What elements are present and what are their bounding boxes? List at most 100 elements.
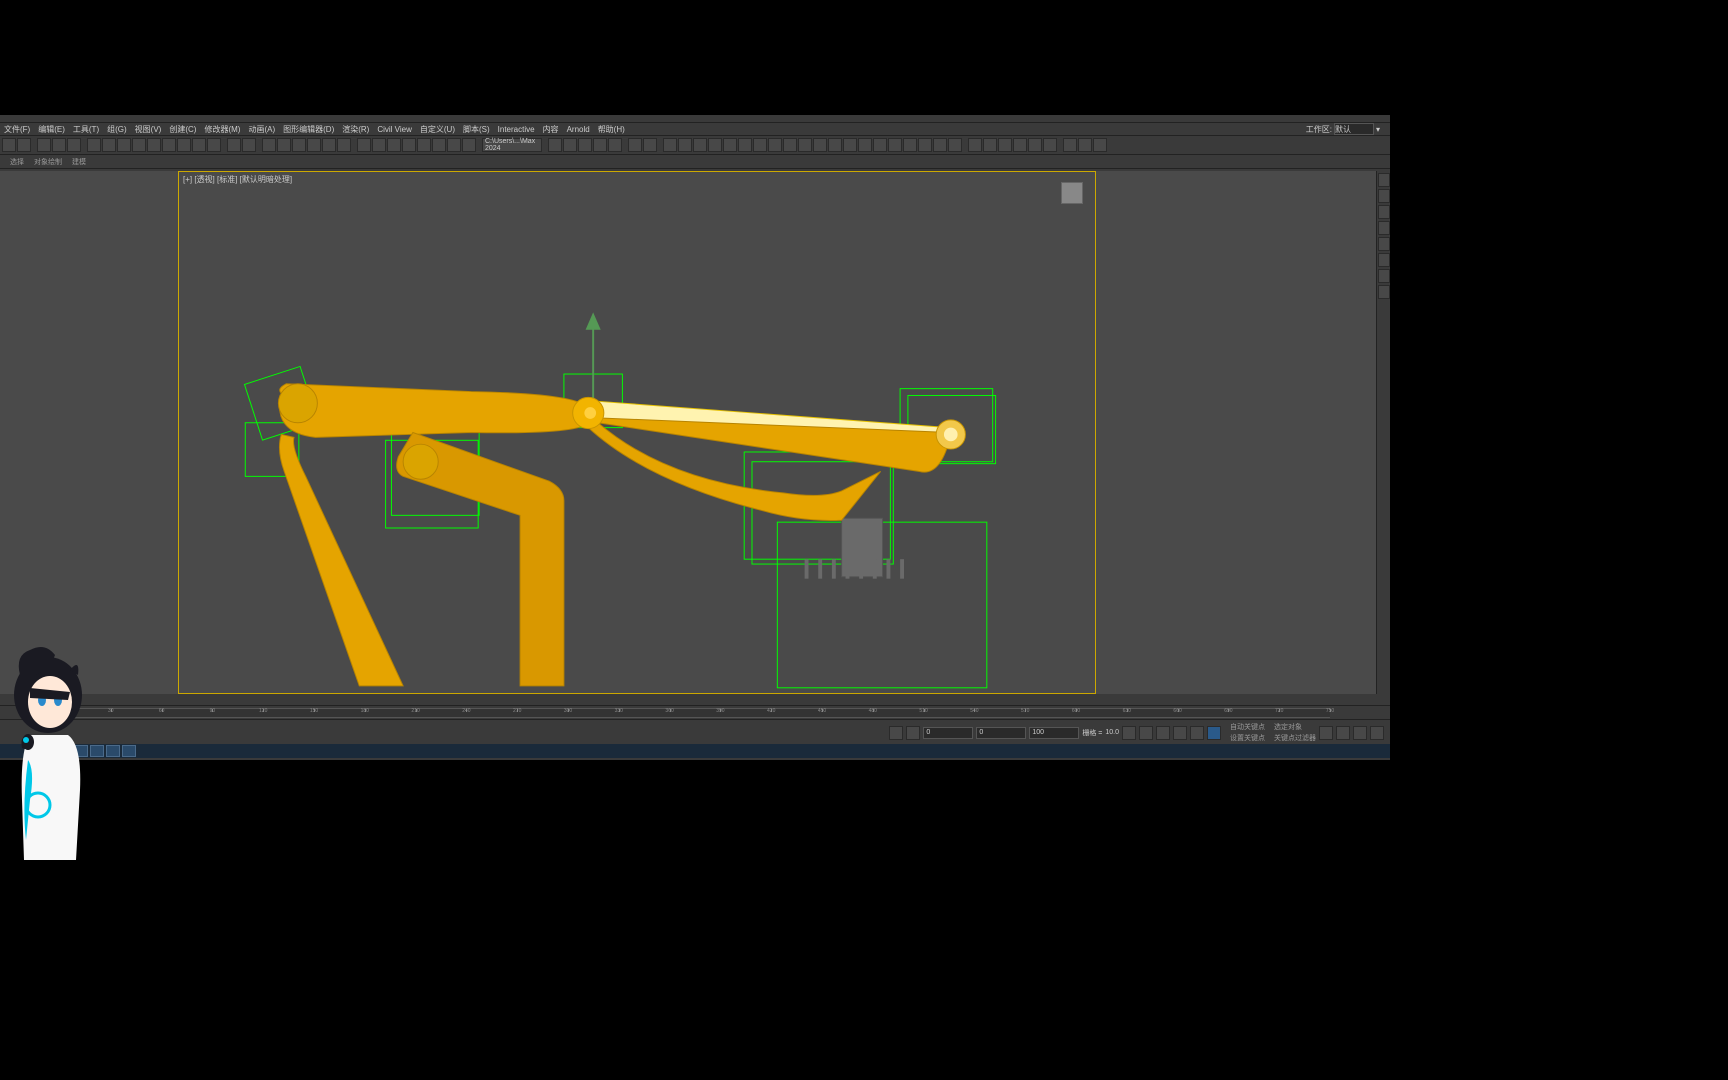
tool-icon[interactable] (888, 138, 902, 152)
menu-r[interactable]: 渲染(R) (342, 124, 369, 135)
maxscript-icon[interactable] (889, 726, 903, 740)
timeline-track[interactable]: 0306090120150180210240270300330360390420… (60, 708, 1330, 718)
ribbon-tab[interactable]: 对象绘制 (34, 157, 62, 167)
tool-icon[interactable] (933, 138, 947, 152)
timeline[interactable]: 0306090120150180210240270300330360390420… (0, 705, 1390, 719)
ribbon-tab[interactable]: 选择 (10, 157, 24, 167)
goto-end-icon[interactable] (1190, 726, 1204, 740)
panel-tab-icon[interactable] (1378, 205, 1390, 219)
tool-icon[interactable] (663, 138, 677, 152)
align-icon[interactable] (387, 138, 401, 152)
taskbar-item[interactable] (122, 745, 136, 757)
tool-icon[interactable] (998, 138, 1012, 152)
pan-icon[interactable] (1319, 726, 1333, 740)
menu-a[interactable]: 动画(A) (248, 124, 275, 135)
frame-field[interactable] (923, 727, 973, 739)
use-center-icon[interactable] (242, 138, 256, 152)
menu-e[interactable]: 编辑(E) (38, 124, 65, 135)
keyboard-icon[interactable] (277, 138, 291, 152)
menu-s[interactable]: 脚本(S) (463, 124, 490, 135)
tool-icon[interactable] (227, 138, 241, 152)
tool-icon[interactable] (783, 138, 797, 152)
lock-icon[interactable] (906, 726, 920, 740)
tool-icon[interactable] (918, 138, 932, 152)
tool-icon[interactable] (678, 138, 692, 152)
selected-label[interactable]: 选定对象 (1274, 722, 1316, 732)
menu-m[interactable]: 修改器(M) (204, 124, 240, 135)
next-frame-icon[interactable] (1173, 726, 1187, 740)
setkey-label[interactable]: 设置关键点 (1230, 733, 1265, 743)
render-activeview-icon[interactable] (608, 138, 622, 152)
link-icon[interactable] (37, 138, 51, 152)
panel-tab-icon[interactable] (1378, 221, 1390, 235)
tool-icon[interactable] (948, 138, 962, 152)
render-setup-icon[interactable] (548, 138, 562, 152)
snap-percent-icon[interactable] (322, 138, 336, 152)
render-icon[interactable] (578, 138, 592, 152)
menu-civilview[interactable]: Civil View (377, 125, 412, 134)
range-end-field[interactable] (1029, 727, 1079, 739)
menu-arnold[interactable]: Arnold (567, 125, 590, 134)
panel-tab-icon[interactable] (1378, 253, 1390, 267)
range-start-field[interactable] (976, 727, 1026, 739)
tool-icon[interactable] (873, 138, 887, 152)
scale-icon[interactable] (192, 138, 206, 152)
menu-c[interactable]: 创建(C) (169, 124, 196, 135)
keyfilter-label[interactable]: 关键点过滤器 (1274, 733, 1316, 743)
panel-tab-icon[interactable] (1378, 285, 1390, 299)
tool-icon[interactable] (1013, 138, 1027, 152)
tool-icon[interactable] (983, 138, 997, 152)
maximize-icon[interactable] (1370, 726, 1384, 740)
select-manip-icon[interactable] (262, 138, 276, 152)
spinner-snap-icon[interactable] (337, 138, 351, 152)
tool-icon[interactable] (1063, 138, 1077, 152)
curve-editor-icon[interactable] (432, 138, 446, 152)
placement-icon[interactable] (207, 138, 221, 152)
menu-t[interactable]: 工具(T) (73, 124, 99, 135)
prev-frame-icon[interactable] (1139, 726, 1153, 740)
mirror-icon[interactable] (372, 138, 386, 152)
tool-icon[interactable] (1028, 138, 1042, 152)
menu-[interactable]: 内容 (543, 124, 559, 135)
move-icon[interactable] (162, 138, 176, 152)
render-frame-icon[interactable] (563, 138, 577, 152)
tool-icon[interactable] (813, 138, 827, 152)
viewport-perspective[interactable]: [+] [透视] [标准] [默认明暗处理] (178, 171, 1096, 694)
panel-tab-icon[interactable] (1378, 173, 1390, 187)
bind-icon[interactable] (67, 138, 81, 152)
window-crossing-icon[interactable] (147, 138, 161, 152)
ribbon-icon[interactable] (417, 138, 431, 152)
taskbar-item[interactable] (106, 745, 120, 757)
tool-icon[interactable] (968, 138, 982, 152)
layers-icon[interactable] (402, 138, 416, 152)
snap-angle-icon[interactable] (307, 138, 321, 152)
autokey-label[interactable]: 自动关键点 (1230, 722, 1265, 732)
panel-tab-icon[interactable] (1378, 237, 1390, 251)
panel-tab-icon[interactable] (1378, 269, 1390, 283)
tool-icon[interactable] (708, 138, 722, 152)
tool-icon[interactable] (843, 138, 857, 152)
menu-v[interactable]: 视图(V) (135, 124, 162, 135)
undo-icon[interactable] (2, 138, 16, 152)
tool-icon[interactable] (858, 138, 872, 152)
tool-icon[interactable] (753, 138, 767, 152)
menu-g[interactable]: 组(G) (107, 124, 127, 135)
tool-icon[interactable] (1043, 138, 1057, 152)
menu-h[interactable]: 帮助(H) (598, 124, 625, 135)
titlebar[interactable] (0, 115, 1390, 123)
select-filter[interactable] (87, 138, 101, 152)
workspace-selector[interactable]: 工作区: ▾ (1306, 123, 1380, 135)
select-region-icon[interactable] (132, 138, 146, 152)
menu-d[interactable]: 图形编辑器(D) (283, 124, 334, 135)
tool-icon[interactable] (738, 138, 752, 152)
tool-icon[interactable] (693, 138, 707, 152)
menu-f[interactable]: 文件(F) (4, 124, 30, 135)
workspace-input[interactable] (1334, 123, 1374, 135)
tool-icon[interactable] (798, 138, 812, 152)
select-icon[interactable] (102, 138, 116, 152)
orbit-icon[interactable] (1353, 726, 1367, 740)
rotate-icon[interactable] (177, 138, 191, 152)
menu-u[interactable]: 自定义(U) (420, 124, 455, 135)
command-panel[interactable] (1376, 171, 1390, 694)
set-key-button[interactable] (1207, 726, 1221, 740)
